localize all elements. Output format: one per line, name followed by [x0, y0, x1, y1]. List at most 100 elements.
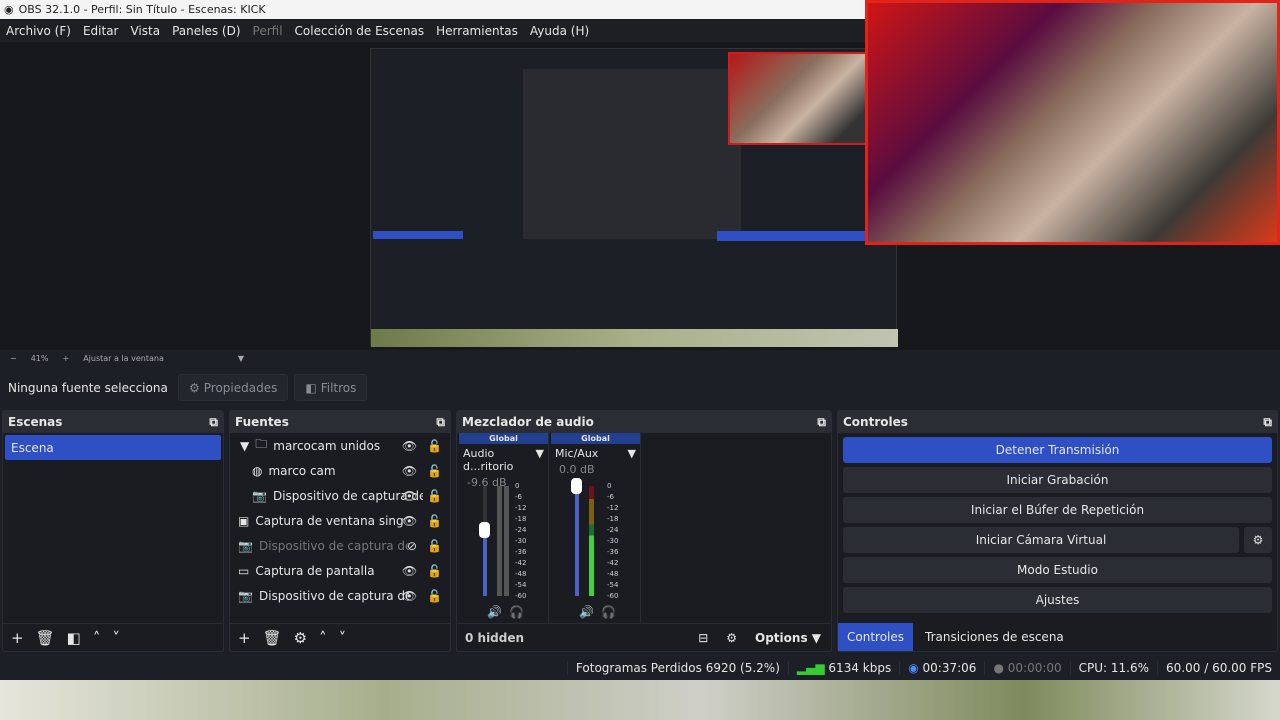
lock-icon[interactable]: 🔓 [427, 589, 442, 603]
tab-transiciones[interactable]: Transiciones de escena [913, 623, 1076, 651]
chevron-down-icon: ▼ [535, 447, 544, 460]
lock-icon[interactable]: 🔓 [427, 564, 442, 578]
meter-scale-label: -18 [515, 515, 527, 523]
undock-icon[interactable]: ⧉ [817, 415, 826, 430]
gear-icon[interactable]: ⚙ [294, 629, 307, 647]
channel-tag: Global [551, 433, 640, 444]
properties-label: Propiedades [203, 380, 278, 395]
chevron-up-icon[interactable]: ˄ [93, 629, 101, 647]
menu-ayuda[interactable]: Ayuda (H) [530, 24, 589, 38]
lock-icon[interactable]: 🔓 [427, 539, 442, 553]
filter-icon: ◧ [305, 380, 317, 395]
headphones-off-icon[interactable]: 🎧 [509, 605, 524, 619]
expand-arrow-icon[interactable]: ▼ [240, 439, 249, 453]
filters-button[interactable]: ◧ Filtros [294, 374, 368, 401]
source-item[interactable]: 📷 Dispositivo de captura de vid👁 🔓 [230, 583, 450, 608]
stop-stream-button[interactable]: Detener Transmisión [843, 437, 1272, 463]
status-bar: Fotogramas Perdidos 6920 (5.2%) ▂▄▆ 6134… [0, 655, 1280, 680]
options-button[interactable]: Options ▼ [755, 631, 821, 645]
source-item[interactable]: ◍ marco cam 👁 🔓 [230, 458, 450, 483]
start-recording-button[interactable]: Iniciar Grabación [843, 467, 1272, 493]
preview-webcam-small [728, 52, 870, 145]
channel-name: Audio d...ritorio [463, 447, 514, 473]
source-item[interactable]: ▭ Captura de pantalla 👁 🔓 [230, 558, 450, 583]
menu-paneles[interactable]: Paneles (D) [172, 24, 240, 38]
volume-slider-track[interactable] [483, 486, 487, 596]
meter-scale-label: -6 [607, 493, 614, 501]
menu-coleccion[interactable]: Colección de Escenas [295, 24, 425, 38]
studio-mode-button[interactable]: Modo Estudio [843, 557, 1272, 583]
add-icon[interactable]: + [11, 629, 24, 647]
preview-webcam [865, 0, 1280, 245]
eye-icon[interactable]: 👁 [402, 464, 417, 478]
menu-editar[interactable]: Editar [83, 24, 119, 38]
volume-slider-track[interactable] [575, 486, 579, 596]
advanced-settings-icon[interactable]: ⚙ [726, 631, 737, 645]
zoom-fit-select[interactable]: Ajustar a la ventana [83, 354, 164, 363]
source-item[interactable]: ▼ 🗀 marcocam unidos 👁 🔓 [230, 433, 450, 458]
menu-archivo[interactable]: Archivo (F) [6, 24, 71, 38]
lock-icon[interactable]: 🔓 [427, 514, 442, 528]
meter-scale-label: -60 [607, 592, 619, 600]
eye-icon[interactable]: 👁 [402, 439, 417, 453]
speaker-icon[interactable]: 🔊 [579, 605, 594, 619]
meter-scale-label: -12 [515, 504, 527, 512]
eye-hidden-icon[interactable]: ⊘ [407, 539, 417, 553]
properties-button[interactable]: ⚙ Propiedades [178, 374, 289, 401]
menu-vista[interactable]: Vista [130, 24, 160, 38]
record-icon: ● [993, 660, 1004, 675]
source-item[interactable]: 📷 Dispositivo de captura de vid⊘ 🔓 [230, 533, 450, 558]
undock-icon[interactable]: ⧉ [436, 415, 445, 430]
channel-name-dropdown[interactable]: Mic/Aux ▼ [551, 444, 640, 463]
obs-logo-icon: ◉ [4, 3, 14, 16]
meter-scale-label: 0 [607, 482, 612, 490]
layout-icon[interactable]: ⊟ [698, 631, 708, 645]
chevron-down-icon[interactable]: ˅ [339, 629, 347, 647]
undock-icon[interactable]: ⧉ [1263, 415, 1272, 430]
undock-icon[interactable]: ⧉ [209, 415, 218, 430]
lock-icon[interactable]: 🔓 [427, 464, 442, 478]
tab-controles[interactable]: Controles [838, 623, 914, 651]
source-item[interactable]: ▣ Captura de ventana singular👁 🔓 [230, 508, 450, 533]
zoom-bar: − 41% + Ajustar a la ventana ▼ [0, 350, 1280, 367]
eye-icon[interactable]: 👁 [402, 514, 417, 528]
eye-icon[interactable]: 👁 [402, 489, 417, 503]
lock-icon[interactable]: 🔓 [427, 489, 442, 503]
menu-herramientas[interactable]: Herramientas [436, 24, 518, 38]
chevron-down-icon[interactable]: ▼ [238, 354, 244, 363]
chevron-down-icon[interactable]: ˅ [112, 629, 120, 647]
settings-button[interactable]: Ajustes [843, 587, 1272, 613]
audio-meter [589, 486, 594, 596]
zoom-in-button[interactable]: + [62, 354, 69, 363]
camera-icon: 📷 [252, 488, 267, 503]
channel-name-dropdown[interactable]: Audio d...ritorio ▼ [459, 444, 548, 476]
zoom-level: 41% [30, 354, 49, 363]
filter-icon[interactable]: ◧ [67, 629, 81, 647]
zoom-out-button[interactable]: − [10, 354, 17, 363]
window-icon: ▣ [238, 513, 250, 528]
meter-scale-label: -36 [607, 548, 619, 556]
headphones-off-icon[interactable]: 🎧 [601, 605, 616, 619]
meter-scale-label: -18 [607, 515, 619, 523]
speaker-muted-icon[interactable]: 🔊 [487, 605, 502, 619]
virtual-camera-settings-icon[interactable]: ⚙ [1244, 527, 1272, 553]
replay-buffer-button[interactable]: Iniciar el Búfer de Repetición [843, 497, 1272, 523]
virtual-camera-button[interactable]: Iniciar Cámara Virtual [843, 527, 1239, 553]
eye-icon[interactable]: 👁 [402, 564, 417, 578]
add-icon[interactable]: + [238, 629, 251, 647]
lock-icon[interactable]: 🔓 [427, 439, 442, 453]
menu-perfil[interactable]: Perfil [253, 24, 283, 38]
volume-slider-handle[interactable] [479, 522, 490, 538]
volume-slider-handle[interactable] [571, 478, 582, 494]
chevron-up-icon[interactable]: ˄ [319, 629, 327, 647]
filters-label: Filtros [320, 380, 357, 395]
source-item[interactable]: 📷 Dispositivo de captura de v 👁 🔓 [230, 483, 450, 508]
eye-icon[interactable]: 👁 [402, 589, 417, 603]
meter-scale-label: -54 [607, 581, 619, 589]
trash-icon[interactable]: 🗑 [263, 629, 282, 647]
camera-icon: 📷 [238, 588, 253, 603]
stream-time: ◉ 00:37:06 [899, 660, 984, 675]
scene-item[interactable]: Escena [5, 435, 221, 460]
trash-icon[interactable]: 🗑 [36, 629, 55, 647]
source-label: marcocam unidos [273, 438, 381, 453]
